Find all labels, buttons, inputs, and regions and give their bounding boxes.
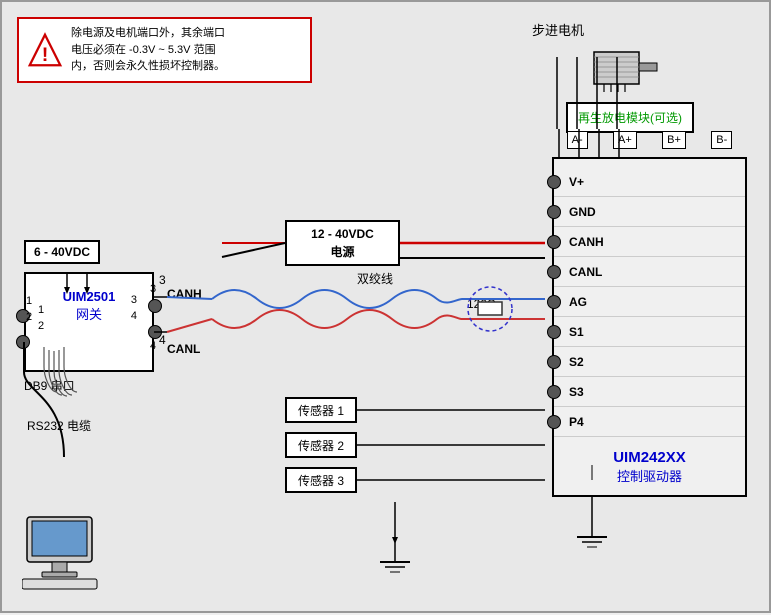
terminal-p4: P4 (554, 407, 745, 437)
connector-a-minus: A- (567, 131, 588, 149)
db9-label: DB9 串口 (24, 377, 75, 394)
power-supply-label: 12 - 40VDC 12 - 40VDC 电源 电源 (311, 225, 374, 261)
terminal-s3: S3 (554, 377, 745, 407)
stepper-label: 步进电机 (532, 20, 584, 39)
connector-b-plus: B+ (662, 131, 686, 149)
connector-a-plus: A+ (613, 131, 637, 149)
port-2-dot (16, 335, 30, 349)
svg-text:!: ! (42, 44, 49, 66)
port-2-label: 2 (38, 320, 44, 332)
port-1-label: 1 (38, 304, 44, 316)
warning-text: 除电源及电机端口外，其余端口 电压必须在 -0.3V ~ 5.3V 范围 内，否… (71, 25, 225, 75)
port-3-dot (148, 299, 162, 313)
port-4-label: 4 (131, 310, 137, 322)
terminal-list: V+ GND CANH CANL AG (554, 167, 745, 437)
motor-connectors: A- A+ B+ B- (554, 131, 745, 149)
resistor-label: 120Ω (467, 297, 496, 311)
rs232-label: RS232 电缆 (27, 417, 91, 434)
controller-box: A- A+ B+ B- V+ GND CANH (552, 157, 747, 497)
terminal-ag: AG (554, 287, 745, 317)
terminal-gnd: GND (554, 197, 745, 227)
canh-wire-label: CANH (167, 287, 202, 301)
gateway-port-1-label: 1 (26, 295, 32, 307)
terminal-canl: CANL (554, 257, 745, 287)
controller-name: UIM242XX 控制驱动器 (554, 449, 745, 485)
terminal-vplus: V+ (554, 167, 745, 197)
power-supply-box: 12 - 40VDC 12 - 40VDC 电源 电源 (285, 220, 400, 266)
sensor-1-box: 传感器 1 (285, 397, 357, 423)
stepper-motor-graphic (589, 37, 669, 95)
gateway-box: UIM2501 网关 1 2 3 4 (24, 272, 154, 372)
port-4-dot (148, 325, 162, 339)
sensor-3-box: 传感器 3 (285, 467, 357, 493)
terminal-canh: CANH (554, 227, 745, 257)
connector-b-minus: B- (711, 131, 732, 149)
warning-icon: ! (27, 32, 63, 68)
main-diagram: ! 除电源及电机端口外，其余端口 电压必须在 -0.3V ~ 5.3V 范围 内… (0, 0, 771, 613)
canl-wire-label: CANL (167, 342, 200, 356)
regen-module: 再生放电模块(可选) (566, 102, 694, 133)
twisted-pair-label: 双绞线 (357, 270, 393, 287)
port-3-label: 3 (131, 294, 137, 306)
gateway-right-ports (148, 299, 162, 339)
svg-text:3: 3 (159, 273, 166, 287)
gateway-port-2-label: 2 (26, 311, 32, 323)
gateway-port-3-label: 3 (150, 283, 156, 295)
sensor-2-box: 传感器 2 (285, 432, 357, 458)
terminal-s1: S1 (554, 317, 745, 347)
gateway-port-4-label: 4 (150, 340, 156, 352)
terminal-s2: S2 (554, 347, 745, 377)
power-input-label: 6 - 40VDC (24, 240, 100, 264)
warning-box: ! 除电源及电机端口外，其余端口 电压必须在 -0.3V ~ 5.3V 范围 内… (17, 17, 312, 83)
computer-graphic (22, 515, 112, 593)
